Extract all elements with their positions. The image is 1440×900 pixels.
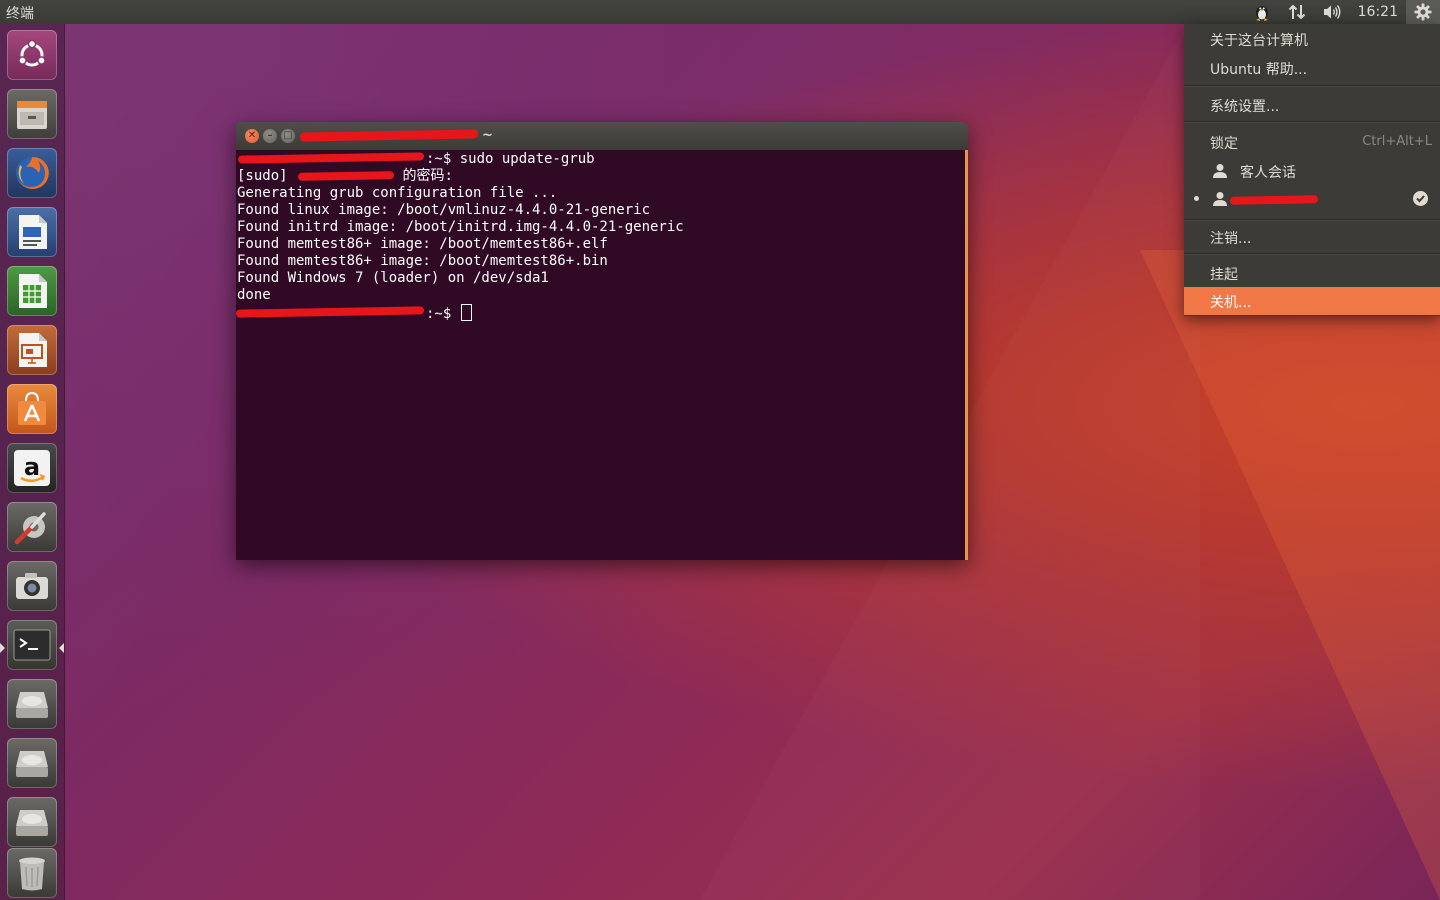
active-app-title: 终端 bbox=[6, 6, 34, 22]
text-cursor bbox=[460, 304, 472, 321]
window-titlebar[interactable]: ✕ – □ ~ bbox=[236, 122, 968, 150]
ubuntu-logo-icon bbox=[18, 39, 46, 67]
output-line: Found initrd image: /boot/initrd.img-4.4… bbox=[237, 219, 684, 235]
minimize-icon[interactable]: – bbox=[263, 129, 277, 143]
launcher: a bbox=[0, 24, 65, 900]
menu-item-about[interactable]: 关于这台计算机 bbox=[1184, 25, 1440, 53]
launcher-amazon[interactable]: a bbox=[7, 443, 57, 493]
checkmark-icon bbox=[1413, 191, 1428, 206]
launcher-terminal[interactable] bbox=[7, 620, 57, 670]
prompt-line: :~$ bbox=[426, 306, 460, 322]
launcher-system-settings[interactable] bbox=[7, 502, 57, 552]
launcher-trash[interactable] bbox=[7, 848, 57, 898]
svg-text:a: a bbox=[24, 453, 40, 481]
launcher-calc[interactable] bbox=[7, 266, 57, 316]
libreoffice-writer-icon bbox=[19, 215, 47, 249]
redaction-mark bbox=[297, 171, 395, 181]
output-line: Found linux image: /boot/vmlinuz-4.4.0-2… bbox=[237, 202, 651, 218]
command-line: :~$ sudo update-grub bbox=[426, 151, 595, 167]
output-line: done bbox=[237, 287, 271, 303]
session-menu: 关于这台计算机 Ubuntu 帮助... 系统设置... 锁定 Ctrl+Alt… bbox=[1184, 24, 1440, 316]
menu-item-lock[interactable]: 锁定 Ctrl+Alt+L bbox=[1184, 128, 1440, 156]
shopping-bag-icon bbox=[18, 391, 46, 425]
person-icon bbox=[1213, 192, 1227, 206]
libreoffice-impress-icon bbox=[19, 333, 47, 367]
redaction-mark bbox=[299, 129, 479, 142]
output-line: Found Windows 7 (loader) on /dev/sda1 bbox=[237, 270, 549, 286]
trash-icon bbox=[19, 857, 45, 891]
launcher-writer[interactable] bbox=[7, 207, 57, 257]
camera-icon bbox=[16, 573, 48, 599]
firefox-icon bbox=[16, 156, 49, 189]
launcher-firefox[interactable] bbox=[7, 148, 57, 198]
tux-icon[interactable] bbox=[1244, 0, 1280, 24]
output-line: Found memtest86+ image: /boot/memtest86+… bbox=[237, 253, 608, 269]
top-panel: 终端 16:21 bbox=[0, 0, 1440, 24]
output-line: Found memtest86+ image: /boot/memtest86+… bbox=[237, 236, 608, 252]
file-cabinet-icon bbox=[17, 101, 47, 129]
password-prompt: 的密码: bbox=[394, 168, 453, 184]
menu-item-guest[interactable]: 客人会话 bbox=[1184, 157, 1440, 185]
menu-separator bbox=[1184, 85, 1440, 87]
launcher-files[interactable] bbox=[7, 89, 57, 139]
maximize-icon[interactable]: □ bbox=[281, 129, 295, 143]
running-indicator bbox=[0, 643, 5, 653]
gear-icon[interactable] bbox=[1406, 0, 1440, 24]
redaction-mark bbox=[1229, 195, 1319, 205]
active-session-dot bbox=[1194, 196, 1199, 201]
wallpaper-facet bbox=[1140, 250, 1440, 900]
launcher-drive-2[interactable] bbox=[7, 738, 57, 788]
menu-item-help[interactable]: Ubuntu 帮助... bbox=[1184, 54, 1440, 82]
sudo-prefix: [sudo] bbox=[237, 168, 297, 184]
menu-item-suspend[interactable]: 挂起 bbox=[1184, 259, 1440, 287]
launcher-camera[interactable] bbox=[7, 561, 57, 611]
menu-separator bbox=[1184, 253, 1440, 255]
hard-drive-icon bbox=[16, 810, 48, 836]
menu-item-shutdown[interactable]: 关机... bbox=[1184, 287, 1440, 315]
launcher-drive-1[interactable] bbox=[7, 679, 57, 729]
terminal-icon bbox=[13, 629, 51, 661]
hard-drive-icon bbox=[16, 751, 48, 777]
menu-separator bbox=[1184, 121, 1440, 123]
amazon-icon: a bbox=[14, 450, 50, 486]
close-icon[interactable]: ✕ bbox=[245, 129, 259, 143]
menu-separator bbox=[1184, 219, 1440, 221]
lock-shortcut: Ctrl+Alt+L bbox=[1362, 134, 1432, 149]
launcher-drive-3[interactable] bbox=[7, 797, 57, 847]
terminal-window: ✕ – □ ~ :~$ sudo update-grub [sudo] 的密码:… bbox=[236, 122, 968, 560]
window-title: ~ bbox=[482, 128, 493, 143]
menu-item-logout[interactable]: 注销... bbox=[1184, 223, 1440, 251]
terminal-content[interactable]: :~$ sudo update-grub [sudo] 的密码: Generat… bbox=[236, 150, 968, 560]
launcher-dash-home[interactable] bbox=[7, 30, 57, 80]
hard-drive-icon bbox=[16, 692, 48, 718]
focus-indicator bbox=[59, 643, 64, 653]
wrench-gear-icon bbox=[14, 512, 46, 545]
network-updown-icon[interactable] bbox=[1280, 0, 1314, 24]
menu-item-current-user[interactable] bbox=[1184, 185, 1440, 213]
launcher-software-center[interactable] bbox=[7, 384, 57, 434]
indicator-area: 16:21 bbox=[1244, 0, 1440, 24]
person-icon bbox=[1213, 164, 1227, 178]
speaker-icon[interactable] bbox=[1314, 0, 1350, 24]
menu-item-settings[interactable]: 系统设置... bbox=[1184, 91, 1440, 119]
output-line: Generating grub configuration file ... bbox=[237, 185, 558, 201]
libreoffice-calc-icon bbox=[19, 274, 47, 308]
clock[interactable]: 16:21 bbox=[1350, 0, 1406, 24]
launcher-impress[interactable] bbox=[7, 325, 57, 375]
